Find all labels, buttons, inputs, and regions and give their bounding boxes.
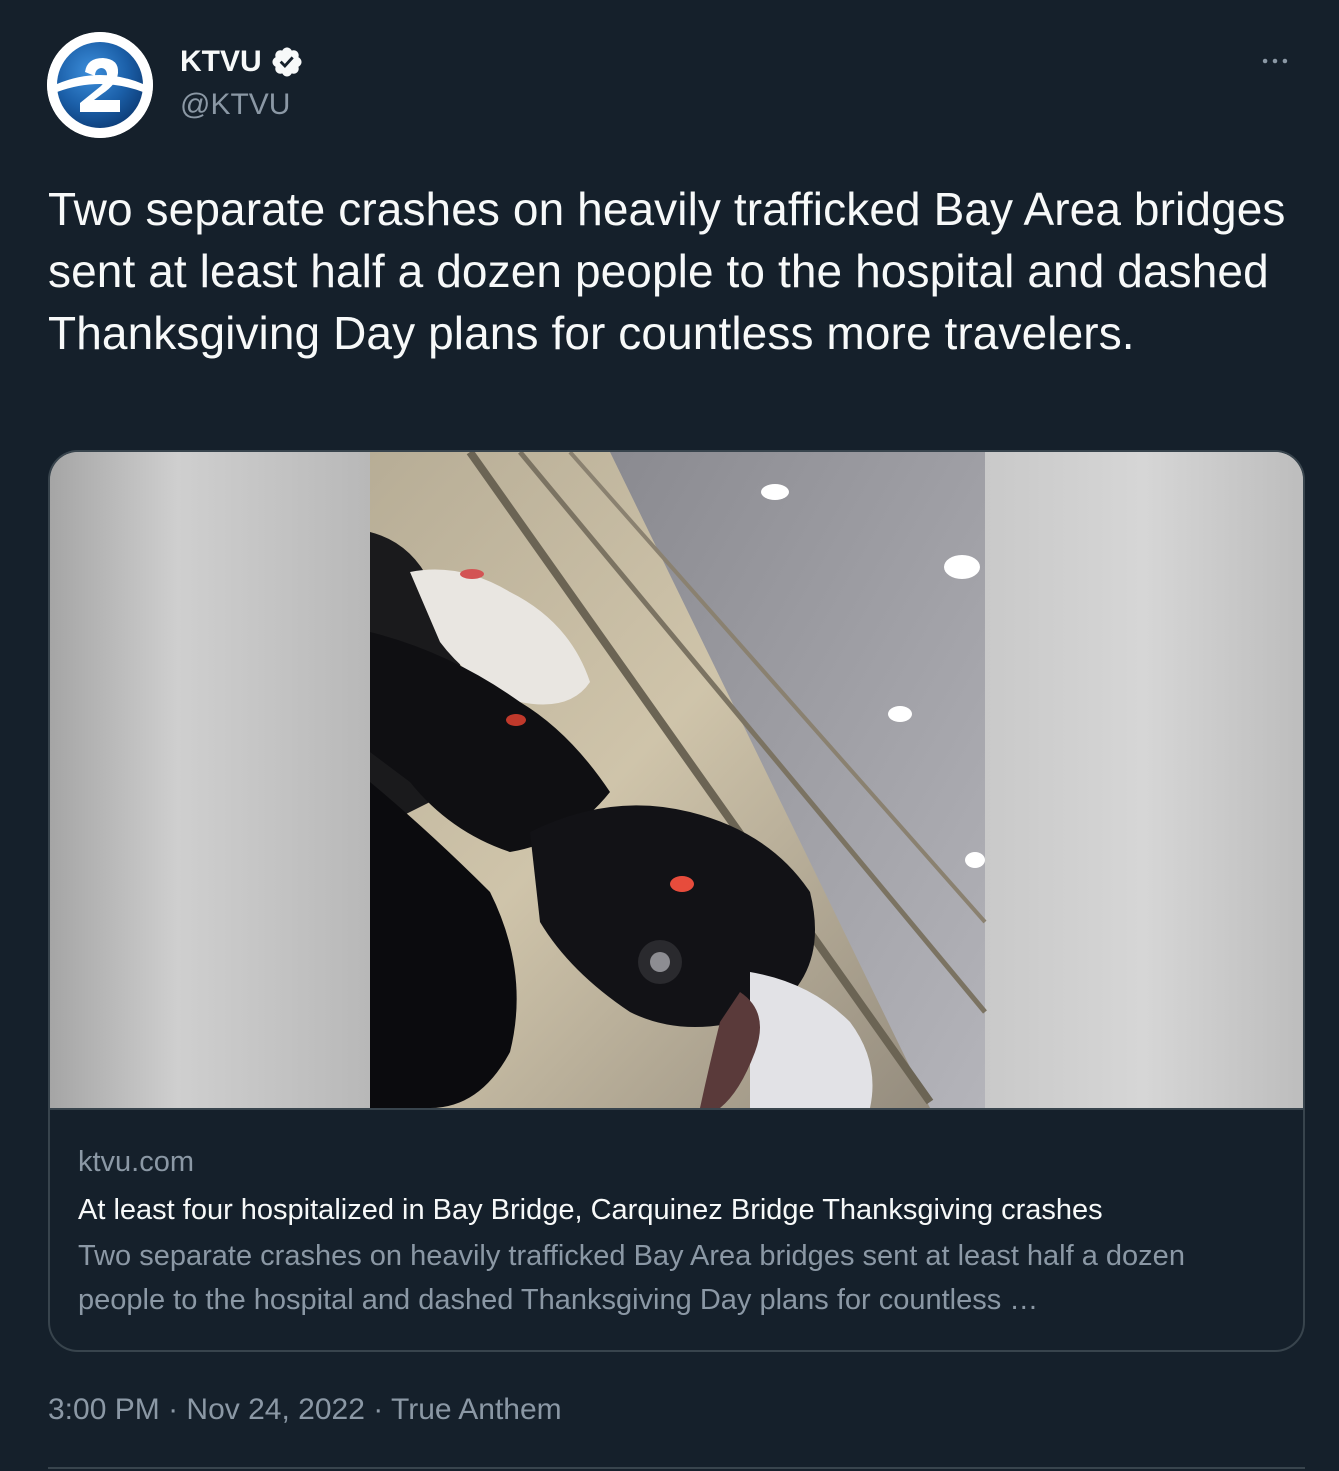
card-divider (50, 1108, 1303, 1110)
card-description: Two separate crashes on heavily traffick… (78, 1240, 1185, 1316)
tweet-date[interactable]: Nov 24, 2022 (186, 1393, 364, 1426)
tweet-text: Two separate crashes on heavily traffick… (48, 183, 1286, 359)
account-names: KTVU @KTVU (180, 40, 304, 122)
link-card[interactable]: ktvu.com At least four hospitalized in B… (48, 450, 1305, 1352)
ktvu-2-logo-icon (47, 32, 153, 138)
bottom-divider (48, 1467, 1305, 1469)
card-body: ktvu.com At least four hospitalized in B… (78, 1142, 1278, 1322)
avatar[interactable] (47, 32, 153, 138)
card-domain: ktvu.com (78, 1146, 195, 1178)
meta-separator: · (168, 1393, 179, 1426)
more-options-button[interactable] (1255, 44, 1295, 78)
card-title[interactable]: At least four hospitalized in Bay Bridge… (78, 1190, 1278, 1230)
meta-separator: · (373, 1393, 384, 1426)
display-name-row: KTVU (180, 40, 304, 84)
card-image[interactable] (50, 452, 1303, 1108)
verified-badge-icon (270, 45, 304, 79)
tweet-meta: 3:00 PM · Nov 24, 2022 · True Anthem (48, 1388, 562, 1432)
crash-photo (50, 452, 1303, 1108)
tweet: KTVU @KTVU Two separate crashes on heavi… (0, 0, 1339, 1471)
handle[interactable]: @KTVU (180, 88, 304, 122)
tweet-time[interactable]: 3:00 PM (48, 1393, 160, 1426)
ellipsis-icon (1262, 58, 1288, 64)
tweet-source[interactable]: True Anthem (391, 1393, 562, 1426)
display-name[interactable]: KTVU (180, 45, 262, 79)
